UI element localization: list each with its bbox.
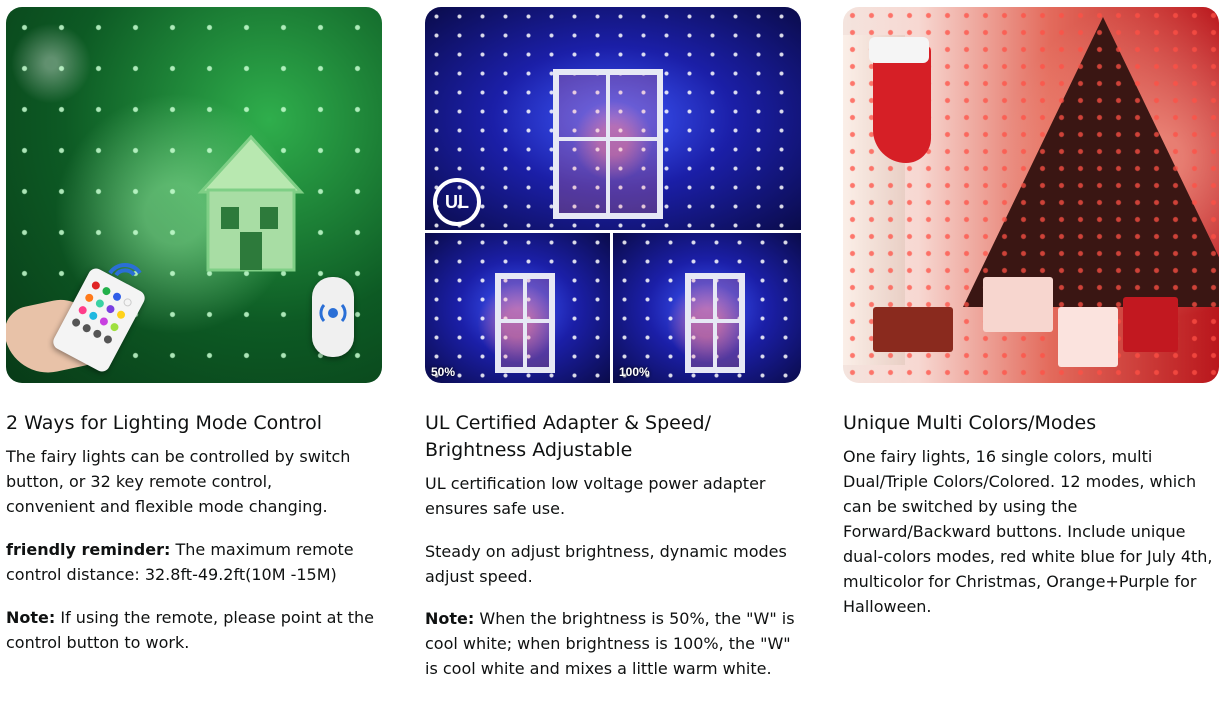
ul-certified-badge-icon: UL	[433, 178, 481, 226]
lantern-icon	[553, 69, 663, 219]
note-text: Note: When the brightness is 50%, the "W…	[425, 609, 795, 678]
lantern-panel-main: UL	[425, 7, 801, 230]
gift-box-icon	[1058, 307, 1118, 367]
feature-column-ul-adapter: UL 50% 100% UL Certified Adapter & Speed…	[425, 0, 801, 678]
brightness-label-50: 50%	[431, 365, 456, 379]
note-label: Note:	[425, 609, 475, 628]
gift-box-icon	[983, 277, 1053, 332]
lantern-panel-50: 50%	[425, 233, 610, 383]
note-text: Note: If using the remote, please point …	[6, 608, 375, 652]
lantern-icon	[495, 273, 555, 373]
wireless-signal-icon	[108, 263, 142, 277]
feature-title: UL Certified Adapter & Speed/ Brightness…	[425, 412, 712, 461]
feature-title: Unique Multi Colors/Modes	[843, 412, 1097, 434]
wooden-house-ornament-icon	[197, 134, 305, 272]
feature-description: UL certification low voltage power adapt…	[425, 474, 766, 518]
feature-column-mode-control: 2 Ways for Lighting Mode Control The fai…	[6, 0, 382, 652]
product-image-green-tree	[6, 7, 382, 383]
reminder-label: friendly reminder:	[6, 540, 171, 559]
gift-box-icon	[1123, 297, 1178, 352]
note-label: Note:	[6, 608, 56, 627]
brightness-speed-text: Steady on adjust brightness, dynamic mod…	[425, 542, 787, 586]
friendly-reminder-text: friendly reminder: The maximum remote co…	[6, 540, 354, 584]
toy-train-icon	[873, 307, 953, 352]
feature-column-multi-colors: Unique Multi Colors/Modes One fairy ligh…	[843, 0, 1219, 616]
stocking-cuff	[869, 37, 929, 63]
lantern-panel-100: 100%	[613, 233, 801, 383]
feature-description: The fairy lights can be controlled by sw…	[6, 447, 351, 516]
feature-title: 2 Ways for Lighting Mode Control	[6, 412, 323, 434]
lantern-icon	[685, 273, 745, 373]
brightness-label-100: 100%	[619, 365, 650, 379]
switch-controller-icon	[312, 277, 354, 357]
feature-description: One fairy lights, 16 single colors, mult…	[843, 447, 1213, 616]
product-image-red-tree	[843, 7, 1219, 383]
product-image-blue-lantern: UL 50% 100%	[425, 7, 801, 383]
